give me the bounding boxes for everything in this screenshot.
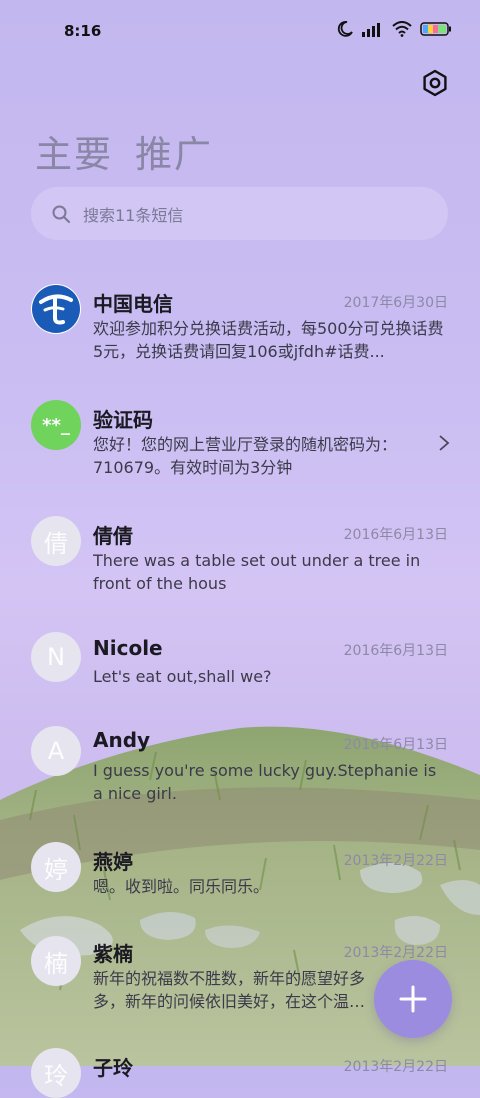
telecom-logo-icon: [32, 285, 80, 333]
search-placeholder: 搜索11条短信: [83, 205, 184, 225]
search-icon: [52, 205, 70, 223]
message-preview: 您好！您的网上营业厅登录的随机密码为：710679。有效时间为3分钟: [93, 435, 398, 477]
chevron-right-icon: [439, 435, 450, 451]
search-bar[interactable]: 搜索11条短信: [31, 187, 448, 240]
new-message-button[interactable]: [374, 960, 452, 1038]
message-date: 2013年2月22日: [343, 853, 448, 869]
message-date: 2016年6月13日: [343, 737, 448, 753]
sender-name: 子玲: [93, 1056, 133, 1080]
sender-name: 紫楠: [93, 942, 133, 966]
sender-name: 燕婷: [93, 850, 133, 874]
signal-icon: [362, 23, 380, 37]
message-date: 2013年2月22日: [343, 1059, 448, 1075]
tab-primary[interactable]: 主要: [35, 124, 113, 178]
message-preview: 欢迎参加积分兑换话费活动，每500分可兑换话费5元，兑换话费请回复106或jfd…: [93, 319, 444, 361]
message-preview: Let's eat out,shall we?: [93, 667, 272, 686]
tab-bar: 主要 推广: [35, 124, 213, 178]
plus-icon: [399, 985, 427, 1013]
avatar: 玲: [31, 1048, 81, 1098]
sender-name: Nicole: [93, 636, 163, 660]
moon-icon: [337, 21, 353, 37]
message-preview: I guess you're some lucky guy.Stephanie …: [93, 761, 437, 803]
sender-name: 中国电信: [93, 292, 173, 316]
wifi-icon: [392, 21, 412, 37]
avatar: [31, 284, 81, 334]
message-date: 2016年6月13日: [343, 527, 448, 543]
avatar: 楠: [31, 936, 81, 986]
avatar: 婷: [31, 842, 81, 892]
avatar: N: [31, 632, 81, 682]
message-preview: 新年的祝福数不胜数，新年的愿望好多多，新年的问候依旧美好，在这个温馨的: [93, 969, 366, 1011]
settings-button[interactable]: [420, 68, 450, 98]
status-icons: [336, 20, 452, 38]
status-time: 8:16: [64, 22, 102, 40]
avatar: 倩: [31, 516, 81, 566]
message-preview: There was a table set out under a tree i…: [93, 551, 421, 593]
message-date: 2016年6月13日: [343, 643, 448, 659]
settings-icon: [423, 69, 447, 97]
avatar: **_: [31, 400, 81, 450]
message-date: 2013年2月22日: [343, 945, 448, 961]
status-bar: 8:16: [0, 0, 480, 62]
message-preview: 嗯。收到啦。同乐同乐。: [93, 877, 270, 896]
sender-name: 倩倩: [93, 524, 133, 548]
message-date: 2017年6月30日: [343, 295, 448, 311]
battery-icon: [420, 22, 451, 36]
sender-name: Andy: [93, 728, 151, 752]
tab-promotions[interactable]: 推广: [135, 124, 213, 178]
sender-name: 验证码: [93, 408, 153, 432]
avatar: A: [31, 726, 81, 776]
